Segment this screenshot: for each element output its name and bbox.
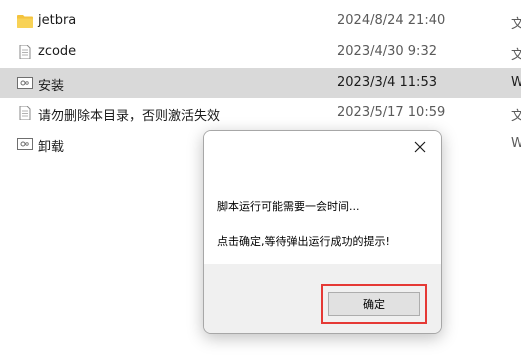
dialog-body: 脚本运行可能需要一会时间... 点击确定,等待弹出运行成功的提示!: [204, 161, 441, 264]
file-row-warning[interactable]: 请勿删除本目录，否则激活失效 2023/5/17 10:59 文: [0, 98, 521, 129]
file-row-zcode[interactable]: zcode 2023/4/30 9:32 文: [0, 37, 521, 68]
close-button[interactable]: [409, 136, 431, 158]
file-date: 2024/8/24 21:40: [337, 13, 446, 28]
file-row-install[interactable]: 安装 2023/3/4 11:53 W: [0, 68, 521, 98]
text-file-icon: [19, 45, 31, 59]
dialog-footer: 确定: [204, 264, 441, 333]
file-name: 卸载: [38, 140, 65, 155]
file-type: 文: [511, 109, 521, 124]
dialog-titlebar: [204, 131, 441, 161]
dialog-message-instruction: 点击确定,等待弹出运行成功的提示!: [217, 235, 390, 248]
explorer-window: jetbra 2024/8/24 21:40 文 zcode 2023/4/30…: [0, 0, 521, 356]
ok-button[interactable]: 确定: [328, 292, 420, 316]
file-row-jetbra[interactable]: jetbra 2024/8/24 21:40 文: [0, 6, 521, 37]
script-file-icon: [17, 138, 33, 150]
file-type: 文: [511, 17, 521, 32]
highlight-box: 确定: [321, 284, 427, 324]
file-name: jetbra: [38, 13, 77, 28]
folder-icon: [17, 15, 33, 28]
message-dialog: 脚本运行可能需要一会时间... 点击确定,等待弹出运行成功的提示! 确定: [203, 130, 442, 334]
file-date: 2023/3/4 11:53: [337, 75, 437, 90]
text-file-icon: [19, 106, 31, 120]
dialog-message-wait: 脚本运行可能需要一会时间...: [217, 200, 360, 213]
file-type: 文: [511, 48, 521, 63]
file-name: 安装: [38, 79, 65, 94]
file-type: W: [511, 136, 521, 151]
file-type: W: [511, 75, 521, 90]
file-name: 请勿删除本目录，否则激活失效: [38, 109, 221, 124]
file-date: 2023/5/17 10:59: [337, 105, 446, 120]
file-name: zcode: [38, 44, 77, 59]
file-date: 2023/4/30 9:32: [337, 44, 437, 59]
close-icon: [414, 141, 426, 153]
script-file-icon: [17, 77, 33, 89]
